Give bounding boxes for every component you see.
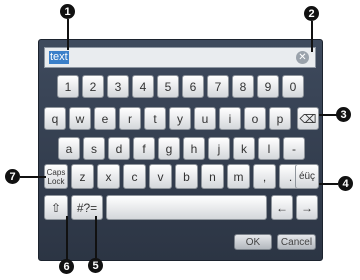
key[interactable]: p (269, 107, 291, 130)
key[interactable]: 6 (182, 75, 204, 98)
arrow-right-icon: → (301, 200, 313, 215)
callout-6: 6 (59, 259, 74, 274)
callout-1: 1 (60, 4, 75, 19)
keyboard-panel (38, 39, 323, 261)
key[interactable]: , (253, 164, 276, 189)
caps-lock-key[interactable]: Caps Lock (44, 164, 68, 189)
key[interactable]: z (71, 164, 94, 189)
key[interactable]: 4 (132, 75, 154, 98)
key[interactable]: q (44, 107, 66, 130)
key[interactable]: k (233, 137, 255, 160)
callout-4: 4 (338, 176, 353, 191)
accents-key[interactable]: éüç (295, 164, 319, 189)
key[interactable]: l (258, 137, 280, 160)
key[interactable]: j (208, 137, 230, 160)
callout-7: 7 (5, 169, 20, 184)
callout-5: 5 (88, 258, 103, 273)
key[interactable]: g (158, 137, 180, 160)
key[interactable]: 1 (57, 75, 79, 98)
key[interactable]: m (227, 164, 250, 189)
shift-icon: ⇧ (50, 200, 62, 215)
key[interactable]: 3 (107, 75, 129, 98)
clear-icon[interactable]: ✕ (296, 51, 309, 64)
callout-1-leader (67, 19, 69, 50)
key[interactable]: c (123, 164, 146, 189)
callout-2: 2 (304, 6, 319, 21)
key[interactable]: s (83, 137, 105, 160)
key[interactable]: 8 (232, 75, 254, 98)
text-input[interactable]: text ✕ (44, 47, 316, 68)
key[interactable]: h (183, 137, 205, 160)
text-input-value: text (49, 51, 69, 64)
key[interactable]: 7 (207, 75, 229, 98)
key[interactable]: a (58, 137, 80, 160)
arrow-left-icon: ← (276, 200, 288, 215)
key[interactable]: t (144, 107, 166, 130)
shift-key[interactable]: ⇧ (44, 195, 68, 220)
key[interactable]: d (108, 137, 130, 160)
callout-5-leader (95, 216, 97, 258)
cursor-right-key[interactable]: → (296, 195, 318, 220)
ok-button[interactable]: OK (234, 234, 272, 250)
key[interactable]: y (169, 107, 191, 130)
key[interactable]: i (219, 107, 241, 130)
key[interactable]: u (194, 107, 216, 130)
space-key[interactable] (106, 195, 267, 220)
cursor-left-key[interactable]: ← (271, 195, 293, 220)
symbols-key[interactable]: #?= (71, 195, 103, 220)
key[interactable]: 2 (82, 75, 104, 98)
backspace-icon: ⌫ (299, 111, 317, 126)
key[interactable]: x (97, 164, 120, 189)
key[interactable]: n (201, 164, 224, 189)
callout-2-leader (311, 21, 313, 52)
cancel-button[interactable]: Cancel (277, 234, 316, 250)
key[interactable]: b (175, 164, 198, 189)
backspace-key[interactable]: ⌫ (297, 107, 319, 130)
key[interactable]: 0 (282, 75, 304, 98)
callout-3: 3 (336, 107, 351, 122)
callout-4-leader (319, 183, 338, 185)
key[interactable]: r (119, 107, 141, 130)
key[interactable]: - (283, 137, 305, 160)
callout-6-leader (66, 216, 68, 260)
key[interactable]: 5 (157, 75, 179, 98)
key[interactable]: o (244, 107, 266, 130)
callout-7-leader (20, 176, 46, 178)
key[interactable]: e (94, 107, 116, 130)
key[interactable]: 9 (257, 75, 279, 98)
key[interactable]: f (133, 137, 155, 160)
key[interactable]: w (69, 107, 91, 130)
key[interactable]: v (149, 164, 172, 189)
callout-3-leader (319, 114, 337, 116)
